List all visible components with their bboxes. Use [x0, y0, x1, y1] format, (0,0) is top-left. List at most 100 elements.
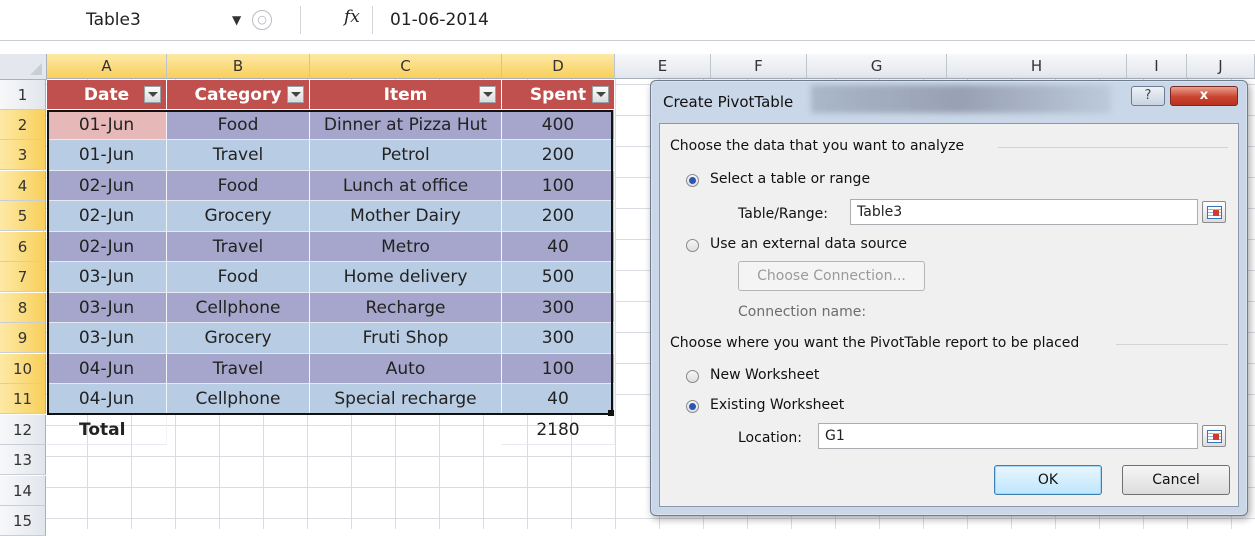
table-cell-category[interactable]: Grocery: [167, 201, 310, 232]
row-header-3[interactable]: 3: [0, 140, 46, 170]
table-cell-item[interactable]: Special recharge: [310, 384, 502, 415]
column-header-d[interactable]: D: [502, 54, 615, 79]
column-header-e[interactable]: E: [615, 54, 711, 79]
choose-connection-button[interactable]: Choose Connection...: [738, 261, 925, 291]
table-cell-date[interactable]: 01-Jun: [47, 110, 167, 140]
row-header-2[interactable]: 2: [0, 110, 46, 140]
table-cell-date[interactable]: 03-Jun: [47, 293, 167, 323]
total-label-cell[interactable]: Total: [47, 415, 167, 445]
row-header-9[interactable]: 9: [0, 323, 46, 353]
table-header-item[interactable]: Item: [310, 80, 502, 110]
table-cell-category[interactable]: Travel: [167, 140, 310, 171]
table-cell-category[interactable]: Food: [167, 262, 310, 293]
filter-dropdown-icon[interactable]: [144, 86, 161, 103]
table-cell-category[interactable]: Cellphone: [167, 293, 310, 323]
table-cell-category[interactable]: Grocery: [167, 323, 310, 354]
radio-new-worksheet[interactable]: [686, 370, 699, 383]
table-cell-item[interactable]: Auto: [310, 354, 502, 384]
row-header-15[interactable]: 15: [0, 506, 46, 536]
collapse-dialog-icon[interactable]: [1202, 425, 1226, 447]
table-cell-spent[interactable]: 300: [502, 293, 615, 323]
radio-select-table[interactable]: [686, 174, 699, 187]
select-all-corner[interactable]: [0, 54, 47, 80]
table-cell-spent[interactable]: 400: [502, 110, 615, 140]
table-cell-spent[interactable]: 100: [502, 354, 615, 384]
column-header-c[interactable]: C: [310, 54, 502, 79]
table-cell-category[interactable]: Food: [167, 171, 310, 201]
column-header-b[interactable]: B: [167, 54, 310, 79]
table-cell-item[interactable]: Metro: [310, 232, 502, 262]
filter-dropdown-icon[interactable]: [287, 86, 304, 103]
total-value-cell[interactable]: 2180: [502, 415, 615, 445]
table-cell-item[interactable]: Lunch at office: [310, 171, 502, 201]
name-box-dropdown-icon[interactable]: ▼: [232, 6, 241, 34]
cancel-entry-icon[interactable]: ○: [252, 10, 272, 30]
table-cell-date[interactable]: 03-Jun: [47, 262, 167, 293]
table-header-category[interactable]: Category: [167, 80, 310, 110]
table-cell-item[interactable]: Fruti Shop: [310, 323, 502, 354]
row-header-11[interactable]: 11: [0, 384, 46, 414]
close-button[interactable]: x: [1170, 86, 1238, 106]
row-header-14[interactable]: 14: [0, 476, 46, 506]
table-cell-date[interactable]: 01-Jun: [47, 140, 167, 171]
table-header-date[interactable]: Date: [47, 80, 167, 110]
fill-handle[interactable]: [608, 410, 614, 416]
table-cell-category[interactable]: Cellphone: [167, 384, 310, 415]
row-header-8[interactable]: 8: [0, 293, 46, 323]
column-header-a[interactable]: A: [47, 54, 167, 79]
table-cell-item[interactable]: Dinner at Pizza Hut: [310, 110, 502, 140]
radio-external-source-label[interactable]: Use an external data source: [710, 236, 907, 252]
table-cell-date[interactable]: 02-Jun: [47, 232, 167, 262]
ok-button[interactable]: OK: [994, 465, 1102, 495]
insert-function-icon[interactable]: fx: [344, 7, 360, 27]
table-cell-spent[interactable]: 100: [502, 171, 615, 201]
collapse-dialog-icon[interactable]: [1202, 201, 1226, 223]
table-cell-date[interactable]: 04-Jun: [47, 354, 167, 384]
filter-dropdown-icon[interactable]: [592, 86, 609, 103]
location-input[interactable]: G1: [818, 423, 1198, 449]
filter-dropdown-icon[interactable]: [479, 86, 496, 103]
column-header-f[interactable]: F: [711, 54, 807, 79]
table-cell-category[interactable]: Travel: [167, 232, 310, 262]
table-cell-item[interactable]: Recharge: [310, 293, 502, 323]
column-header-i[interactable]: I: [1127, 54, 1187, 79]
table-cell-spent[interactable]: 40: [502, 384, 615, 415]
radio-new-worksheet-label[interactable]: New Worksheet: [710, 367, 819, 383]
table-cell-spent[interactable]: 500: [502, 262, 615, 293]
column-header-j[interactable]: J: [1187, 54, 1255, 79]
table-cell-item[interactable]: Mother Dairy: [310, 201, 502, 232]
table-cell-date[interactable]: 02-Jun: [47, 171, 167, 201]
table-cell-category[interactable]: Travel: [167, 354, 310, 384]
radio-existing-worksheet[interactable]: [686, 400, 699, 413]
row-header-10[interactable]: 10: [0, 354, 46, 384]
row-header-6[interactable]: 6: [0, 232, 46, 262]
help-button[interactable]: ?: [1131, 86, 1165, 106]
formula-input[interactable]: 01-06-2014: [390, 6, 489, 34]
table-cell-category[interactable]: Food: [167, 110, 310, 140]
row-header-1[interactable]: 1: [0, 80, 46, 110]
row-header-5[interactable]: 5: [0, 201, 46, 231]
table-cell-spent[interactable]: 300: [502, 323, 615, 354]
row-header-4[interactable]: 4: [0, 171, 46, 201]
row-header-7[interactable]: 7: [0, 262, 46, 292]
table-range-input[interactable]: Table3: [850, 199, 1198, 225]
row-header-12[interactable]: 12: [0, 415, 46, 445]
radio-select-table-label[interactable]: Select a table or range: [710, 171, 870, 187]
row-header-13[interactable]: 13: [0, 445, 46, 475]
table-cell-date[interactable]: 03-Jun: [47, 323, 167, 354]
radio-external-source[interactable]: [686, 239, 699, 252]
header-label: Item: [383, 85, 428, 105]
column-header-g[interactable]: G: [807, 54, 947, 79]
table-cell-item[interactable]: Home delivery: [310, 262, 502, 293]
table-cell-spent[interactable]: 200: [502, 140, 615, 171]
table-cell-date[interactable]: 04-Jun: [47, 384, 167, 415]
table-cell-item[interactable]: Petrol: [310, 140, 502, 171]
table-cell-spent[interactable]: 40: [502, 232, 615, 262]
column-header-h[interactable]: H: [947, 54, 1127, 79]
table-cell-spent[interactable]: 200: [502, 201, 615, 232]
table-header-spent[interactable]: Spent: [502, 80, 615, 110]
table-cell-date[interactable]: 02-Jun: [47, 201, 167, 232]
cancel-button[interactable]: Cancel: [1122, 465, 1230, 495]
name-box[interactable]: Table3 ▼ ○: [60, 6, 300, 34]
radio-existing-worksheet-label[interactable]: Existing Worksheet: [710, 397, 844, 413]
